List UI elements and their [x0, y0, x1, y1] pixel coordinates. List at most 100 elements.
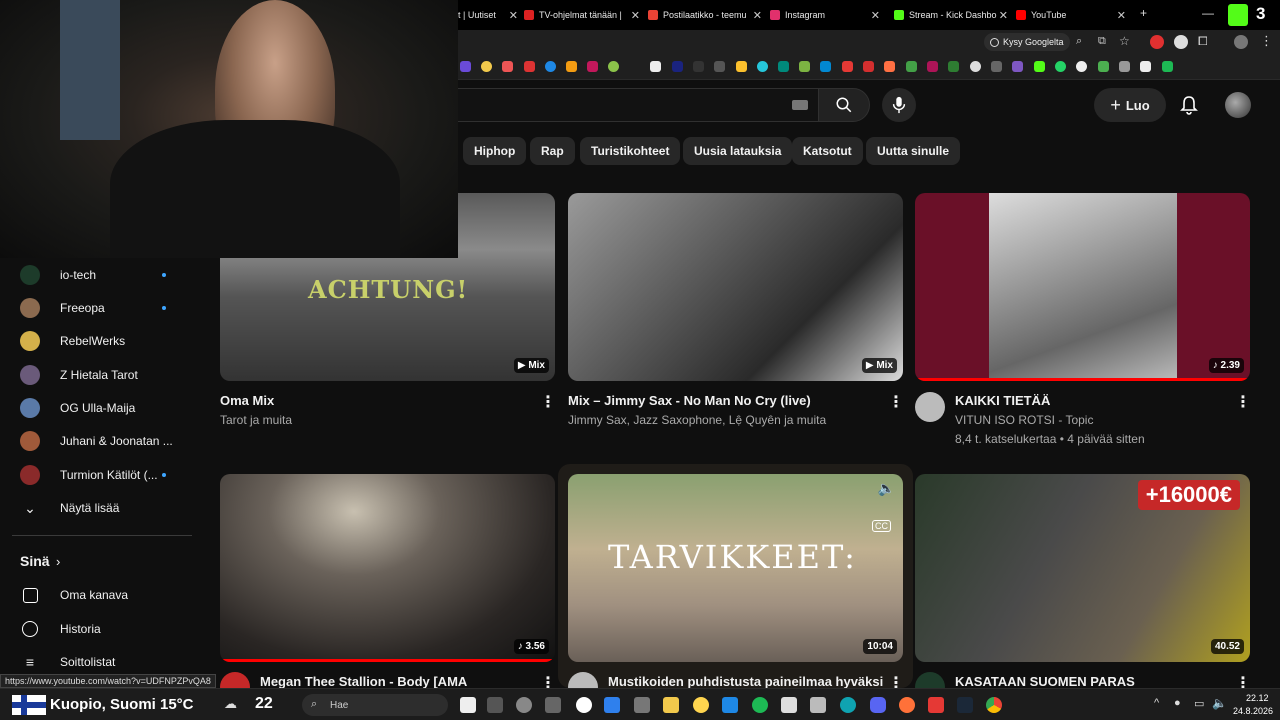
sidebar-item-z-hietala-tarot[interactable]: Z Hietala Tarot — [0, 359, 194, 391]
bookmark-icon[interactable] — [502, 61, 513, 72]
zoom-icon[interactable]: ⌕ — [1076, 35, 1082, 48]
tab-youtube[interactable]: YouTube ✕ — [1016, 4, 1126, 26]
video-title[interactable]: KAIKKI TIETÄÄ — [955, 393, 1050, 408]
mic-tray-icon[interactable]: ● — [1174, 697, 1181, 709]
account-avatar[interactable] — [1225, 92, 1251, 118]
chip-uusia-latauksia[interactable]: Uusia latauksia — [683, 137, 793, 165]
taskbar-search[interactable]: ⌕ Hae — [302, 694, 448, 716]
weather-widget[interactable]: Kuopio, Suomi 15°C — [50, 696, 194, 713]
more-actions-icon[interactable]: ⋮ — [1235, 392, 1251, 412]
video-title[interactable]: Mustikoiden puhdistusta paineilmaa hyväk… — [608, 674, 883, 689]
bookmark-icon[interactable] — [1076, 61, 1087, 72]
bookmark-icon[interactable] — [1098, 61, 1109, 72]
sidebar-item-freeopa[interactable]: Freeopa — [0, 292, 194, 324]
clock-date[interactable]: 24.8.2026 — [1233, 706, 1273, 716]
chrome-icon[interactable] — [986, 697, 1002, 713]
google-lens-button[interactable]: Kysy Googlelta — [984, 33, 1070, 51]
app-icon[interactable] — [928, 697, 944, 713]
app-icon[interactable] — [781, 697, 797, 713]
bookmark-icon[interactable] — [714, 61, 725, 72]
app-icon[interactable] — [460, 697, 476, 713]
sidebar-item-historia[interactable]: Historia — [0, 613, 194, 645]
video-title[interactable]: Oma Mix — [220, 393, 274, 408]
close-icon[interactable]: ✕ — [753, 9, 762, 22]
video-thumbnail[interactable]: ♪ 3.56 — [220, 474, 555, 662]
close-icon[interactable]: ✕ — [999, 9, 1008, 22]
video-card[interactable]: TARVIKKEET: 🔈 CC 10:04 Mustikoiden puhdi… — [558, 464, 913, 702]
search-input[interactable] — [440, 88, 818, 122]
bookmark-star-icon[interactable]: ☆ — [1119, 34, 1130, 48]
discord-icon[interactable] — [870, 697, 886, 713]
app-icon[interactable] — [634, 697, 650, 713]
tab-postilaatikko[interactable]: Postilaatikko - teemu ✕ — [648, 4, 762, 26]
sidebar-item-juhani-joonatan[interactable]: Juhani & Joonatan ... — [0, 425, 194, 457]
bookmark-icon[interactable] — [481, 61, 492, 72]
captions-icon[interactable]: CC — [872, 520, 891, 532]
notifications-button[interactable] — [1176, 92, 1202, 118]
app-icon[interactable] — [487, 697, 503, 713]
video-title[interactable]: Megan Thee Stallion - Body [AMA — [260, 674, 467, 689]
bookmark-icon[interactable] — [970, 61, 981, 72]
bookmark-icon[interactable] — [757, 61, 768, 72]
bookmark-icon[interactable] — [524, 61, 535, 72]
bookmark-icon[interactable] — [991, 61, 1002, 72]
app-icon[interactable] — [810, 697, 826, 713]
video-thumbnail[interactable]: ♪ 2.39 — [915, 193, 1250, 381]
sidebar-item-rebelwerks[interactable]: RebelWerks — [0, 325, 194, 357]
video-channel[interactable]: Tarot ja muita — [220, 413, 292, 427]
create-button[interactable]: + Luo — [1094, 88, 1166, 122]
file-explorer-icon[interactable] — [663, 697, 679, 713]
firefox-icon[interactable] — [899, 697, 915, 713]
video-card[interactable]: +16000€ 40.52 KASATAAN SUOMEN PARAS ⋮ — [915, 474, 1251, 702]
bookmark-icon[interactable] — [1119, 61, 1130, 72]
chip-katsotut[interactable]: Katsotut — [792, 137, 863, 165]
bookmark-icon[interactable] — [884, 61, 895, 72]
app-icon[interactable] — [604, 697, 620, 713]
more-actions-icon[interactable]: ⋮ — [540, 392, 556, 412]
extension-icon-red[interactable] — [1150, 35, 1164, 49]
bookmark-icon[interactable] — [545, 61, 556, 72]
bookmark-icon[interactable] — [1162, 61, 1173, 72]
bookmark-icon[interactable] — [1012, 61, 1023, 72]
extensions-puzzle-icon[interactable]: ⧠ — [1198, 34, 1208, 49]
video-channel[interactable]: Jimmy Sax, Jazz Saxophone, Lệ Quyên ja m… — [568, 413, 826, 427]
show-more-button[interactable]: ⌄ Näytä lisää — [0, 492, 194, 524]
bookmark-icon[interactable] — [1034, 61, 1045, 72]
sidebar-section-you[interactable]: Sinä › — [0, 545, 194, 577]
kick-extension-icon[interactable] — [1228, 4, 1248, 26]
app-icon[interactable] — [516, 697, 532, 713]
bookmark-icon[interactable] — [948, 61, 959, 72]
bookmark-icon[interactable] — [587, 61, 598, 72]
tab-kick[interactable]: Stream - Kick Dashbo ✕ — [894, 4, 1008, 26]
app-icon[interactable] — [545, 697, 561, 713]
steam-icon[interactable] — [957, 697, 973, 713]
more-actions-icon[interactable]: ⋮ — [888, 392, 904, 412]
sidebar-item-og-ulla-maija[interactable]: OG Ulla-Maija — [0, 392, 194, 424]
tab-tv-ohjelmat[interactable]: TV-ohjelmat tänään | ✕ — [524, 4, 640, 26]
channel-avatar[interactable] — [915, 392, 945, 422]
bookmark-icon[interactable] — [778, 61, 789, 72]
bookmark-icon[interactable] — [1140, 61, 1151, 72]
video-thumbnail[interactable]: TARVIKKEET: 🔈 CC 10:04 — [568, 474, 903, 662]
bookmark-icon[interactable] — [842, 61, 853, 72]
video-thumbnail[interactable]: +16000€ 40.52 — [915, 474, 1250, 662]
keyboard-icon[interactable] — [792, 100, 808, 110]
app-icon[interactable] — [693, 697, 709, 713]
chip-turistikohteet[interactable]: Turistikohteet — [580, 137, 681, 165]
minimize-icon[interactable]: — — [1202, 6, 1214, 20]
tab-instagram[interactable]: Instagram ✕ — [770, 4, 880, 26]
bookmark-icon[interactable] — [736, 61, 747, 72]
app-icon[interactable] — [576, 697, 592, 713]
bookmark-icon[interactable] — [693, 61, 704, 72]
edge-icon[interactable] — [840, 697, 856, 713]
close-icon[interactable]: ✕ — [871, 9, 880, 22]
bookmark-icon[interactable] — [906, 61, 917, 72]
network-icon[interactable]: ▭ — [1194, 697, 1204, 710]
bookmark-icon[interactable] — [460, 61, 471, 72]
bookmark-icon[interactable] — [927, 61, 938, 72]
chip-uutta-sinulle[interactable]: Uutta sinulle — [866, 137, 961, 165]
bookmark-icon[interactable] — [608, 61, 619, 72]
sidebar-item-io-tech[interactable]: io-tech — [0, 259, 194, 291]
bookmark-icon[interactable] — [863, 61, 874, 72]
menu-dots-icon[interactable]: ⋮ — [1260, 33, 1273, 49]
